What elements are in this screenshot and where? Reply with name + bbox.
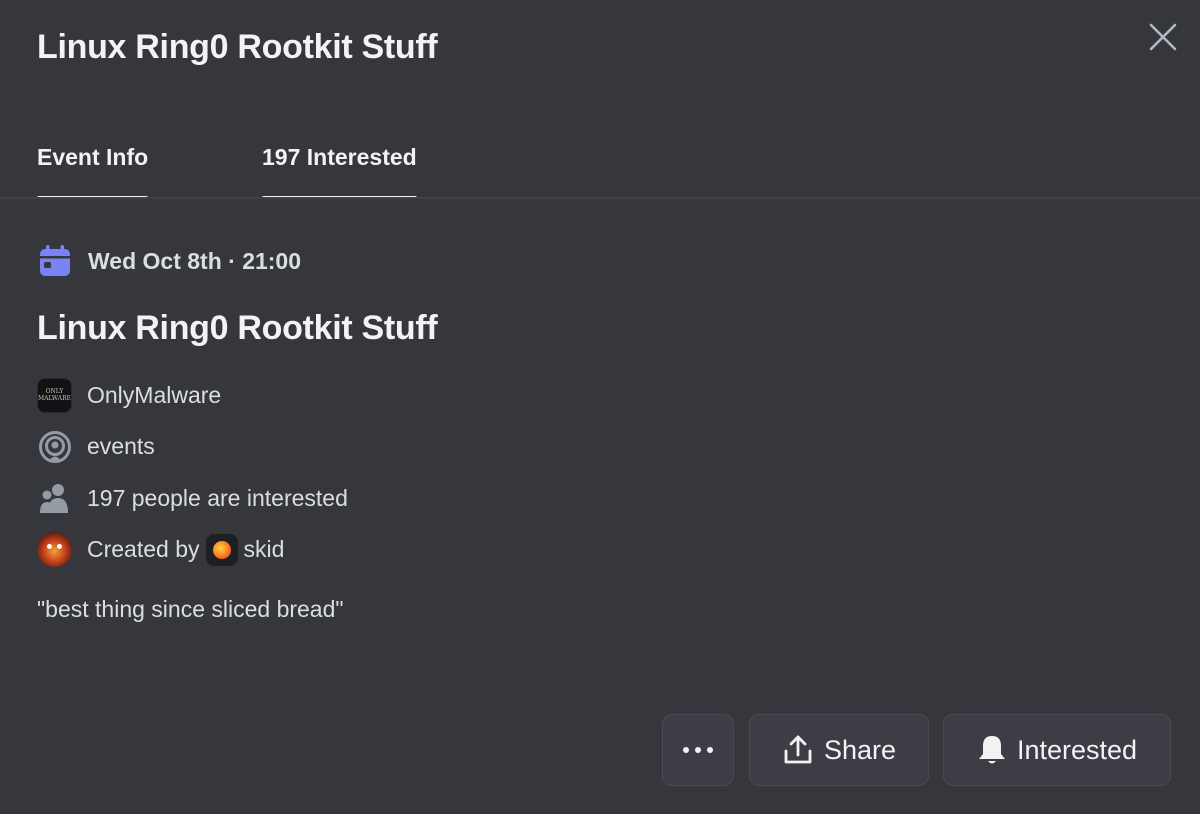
tab-event-info-label: Event Info	[37, 144, 149, 170]
calendar-icon	[37, 244, 72, 279]
channel-name: events	[87, 433, 155, 459]
share-label: Share	[823, 734, 897, 765]
creator-avatar	[37, 532, 72, 567]
creator-mini-avatar[interactable]	[205, 533, 238, 566]
interested-label: Interested	[1016, 734, 1138, 765]
interested-row: 197 people are interested	[37, 480, 348, 516]
close-icon	[1149, 23, 1177, 51]
tab-bar: Event Info 197 Interested	[0, 126, 1200, 199]
tab-interested-label: 197 Interested	[262, 144, 417, 170]
stage-channel-icon	[37, 429, 72, 464]
share-icon	[784, 735, 812, 764]
tab-divider	[0, 197, 1200, 199]
more-icon	[683, 747, 713, 753]
event-date-row: Wed Oct 8th · 21:00	[37, 243, 301, 279]
server-row[interactable]: ONLY MALWARE OnlyMalware	[37, 377, 348, 413]
event-modal: Linux Ring0 Rootkit Stuff Event Info 197…	[0, 0, 1200, 814]
server-avatar-text-top: ONLY	[45, 388, 64, 395]
more-options-button[interactable]	[662, 714, 734, 786]
event-date: Wed Oct 8th · 21:00	[88, 247, 302, 274]
creator-row: Created by skid	[37, 532, 348, 568]
action-bar: Share Interested	[0, 714, 1200, 786]
bell-icon	[978, 736, 1005, 764]
modal-title: Linux Ring0 Rootkit Stuff	[37, 28, 438, 66]
channel-row[interactable]: events	[37, 429, 348, 465]
interested-count-text: 197 people are interested	[87, 484, 348, 511]
created-by-label: Created by	[87, 536, 200, 562]
interested-button[interactable]: Interested	[943, 714, 1171, 786]
server-name: OnlyMalware	[87, 381, 222, 408]
event-description: "best thing since sliced bread"	[37, 596, 344, 622]
tab-event-info[interactable]: Event Info	[37, 126, 149, 199]
creator-name[interactable]: skid	[244, 536, 285, 563]
event-title: Linux Ring0 Rootkit Stuff	[37, 309, 438, 347]
share-button[interactable]: Share	[749, 714, 929, 786]
close-button[interactable]	[1146, 20, 1180, 54]
people-icon	[37, 481, 72, 516]
tab-interested[interactable]: 197 Interested	[262, 126, 417, 199]
server-avatar-text-bottom: MALWARE	[37, 395, 72, 402]
event-info-list: ONLY MALWARE OnlyMalware events 197 peop…	[37, 377, 348, 583]
server-avatar: ONLY MALWARE	[37, 377, 72, 413]
